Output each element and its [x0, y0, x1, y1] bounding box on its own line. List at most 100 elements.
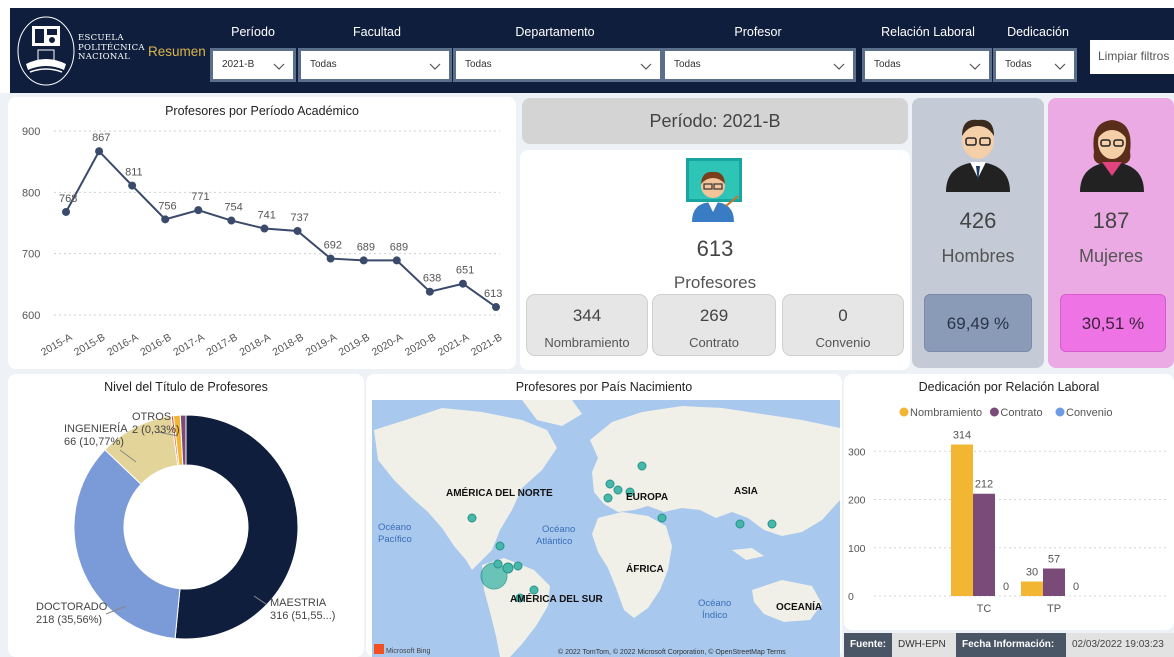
- professors-total-card: 613 Profesores 344 Nombramiento 269 Cont…: [520, 150, 910, 370]
- map-card: Profesores por País Nacimiento AMÉRICA D…: [366, 374, 842, 657]
- bar-value-label: 212: [975, 479, 993, 491]
- data-label: 754: [224, 202, 242, 214]
- bubble-france[interactable]: [613, 485, 623, 495]
- y-tick-label: 700: [22, 249, 40, 261]
- donut-card: Nivel del Título de Profesores MAESTRIA 3…: [8, 374, 364, 657]
- convenio-label: Convenio: [815, 335, 871, 350]
- bar: [1043, 568, 1065, 596]
- filter-relacion-laboral-select[interactable]: Todas: [865, 51, 989, 79]
- filter-periodo-select[interactable]: 2021-B: [213, 51, 293, 79]
- filter-departamento: Todas: [453, 48, 663, 82]
- x-tick-label: 2016-A: [105, 331, 140, 358]
- chevron-down-icon: [273, 63, 285, 70]
- epn-logo: ESCUELA POLITÉCNICA NACIONAL Resumen: [16, 14, 212, 88]
- data-point: [260, 224, 269, 233]
- filter-facultad-select[interactable]: Todas: [301, 51, 449, 79]
- bubble-usa[interactable]: [467, 513, 477, 523]
- source-value: DWH-EPN: [892, 633, 956, 657]
- period-banner: Período: 2021-B: [522, 98, 908, 144]
- x-tick-label: 2015-B: [72, 331, 107, 358]
- filter-departamento-select[interactable]: Todas: [456, 51, 660, 79]
- contrato-label: Contrato: [689, 335, 739, 350]
- world-map[interactable]: AMÉRICA DEL NORTE EUROPA ASIA ÁFRICA AMÉ…: [372, 400, 840, 657]
- bubble-uk[interactable]: [605, 479, 615, 489]
- bubble-egypt[interactable]: [657, 513, 667, 523]
- bubble-korea[interactable]: [767, 519, 777, 529]
- chevron-down-icon: [1054, 63, 1066, 70]
- bar-value-label: 57: [1048, 554, 1060, 566]
- bubble-colombia[interactable]: [502, 562, 514, 574]
- date-value: 02/03/2022 19:03:23: [1066, 633, 1174, 657]
- donut-chart: MAESTRIA316 (51,55...) DOCTORADO218 (35,5…: [36, 411, 335, 640]
- data-label: 737: [291, 212, 309, 224]
- women-value: 187: [1092, 208, 1130, 233]
- x-tick-label: 2016-B: [138, 331, 173, 358]
- y-tick-label: 900: [22, 126, 40, 138]
- filter-departamento-value: Todas: [465, 59, 492, 70]
- bubble-panama[interactable]: [493, 559, 503, 569]
- bubble-cuba[interactable]: [495, 541, 505, 551]
- bubble-china[interactable]: [735, 519, 745, 529]
- ocean-indian-line2: Índico: [702, 610, 727, 621]
- clear-filters-button[interactable]: Limpiar filtros: [1090, 40, 1174, 74]
- filter-label-dedicacion: Dedicación: [1007, 25, 1069, 39]
- logo-text: ESCUELA POLITÉCNICA NACIONAL: [78, 33, 145, 63]
- chevron-down-icon: [640, 63, 652, 70]
- resumen-link[interactable]: Resumen: [148, 44, 206, 59]
- convenio-box: 0 Convenio: [782, 294, 904, 356]
- source-label: Fuente:: [844, 633, 892, 657]
- data-point: [458, 279, 467, 288]
- chevron-down-icon: [969, 63, 981, 70]
- x-tick-label: 2018-A: [237, 331, 272, 358]
- bubble-russia[interactable]: [637, 461, 647, 471]
- map-attribution[interactable]: © 2022 TomTom, © 2022 Microsoft Corporat…: [558, 648, 786, 656]
- bar-chart: Nombramiento Contrato Convenio010020030031…: [848, 407, 1166, 615]
- filter-profesor-select[interactable]: Todas: [665, 51, 853, 79]
- label-america-del-norte: AMÉRICA DEL NORTE: [446, 486, 553, 499]
- bar-value-label: 30: [1026, 567, 1038, 579]
- ocean-atlantic-line2: Atlántico: [536, 536, 572, 547]
- label-europa: EUROPA: [626, 492, 668, 503]
- slice-label: OTROS: [132, 411, 171, 423]
- y-tick-label: 100: [848, 543, 866, 555]
- data-label: 741: [257, 210, 275, 222]
- bar-value-label: 0: [1073, 581, 1079, 593]
- filter-dedicacion: Todas: [993, 48, 1077, 82]
- filter-label-facultad: Facultad: [353, 25, 401, 39]
- data-label: 613: [484, 288, 502, 300]
- filter-label-periodo: Período: [231, 25, 275, 39]
- filter-dedicacion-select[interactable]: Todas: [996, 51, 1074, 79]
- filter-dedicacion-value: Todas: [1005, 59, 1032, 70]
- data-label: 768: [59, 193, 77, 205]
- legend-label: Contrato: [1000, 407, 1042, 419]
- women-card: 187 Mujeres 30,51 %: [1048, 98, 1174, 368]
- logo-line-3: NACIONAL: [78, 52, 131, 62]
- slice-label: INGENIERÍA: [64, 422, 128, 435]
- bar-value-label: 0: [1003, 581, 1009, 593]
- date-label: Fecha Información:: [956, 633, 1066, 657]
- bubble-brazil[interactable]: [529, 585, 539, 595]
- slice-label: DOCTORADO: [36, 601, 108, 613]
- data-point: [392, 256, 401, 265]
- top-bar: ESCUELA POLITÉCNICA NACIONAL Resumen Per…: [0, 0, 1174, 93]
- data-label: 689: [357, 241, 375, 253]
- filter-relacion-laboral: Todas: [862, 48, 992, 82]
- teacher-icon: [686, 158, 742, 222]
- data-label: 771: [191, 191, 209, 203]
- men-pct: 69,49 %: [924, 294, 1032, 352]
- bubble-spain[interactable]: [603, 493, 613, 503]
- legend-marker: [899, 407, 909, 417]
- ocean-atlantic-line1: Océano: [542, 524, 575, 535]
- label-asia: ASIA: [734, 486, 758, 497]
- line-chart-card: Profesores por Período Académico 600 700 8…: [8, 97, 516, 369]
- nombramiento-box: 344 Nombramiento: [526, 294, 648, 356]
- y-tick-label: 800: [22, 187, 40, 199]
- slice-label: MAESTRIA: [270, 597, 327, 609]
- filter-periodo: 2021-B: [210, 48, 296, 82]
- ocean-pacific-line1: Océano: [378, 522, 411, 533]
- bar: [973, 493, 995, 596]
- chevron-down-icon: [833, 63, 845, 70]
- period-title: Período: 2021-B: [649, 111, 781, 131]
- bubble-venezuela[interactable]: [513, 561, 523, 571]
- x-tick-label: TC: [977, 603, 992, 615]
